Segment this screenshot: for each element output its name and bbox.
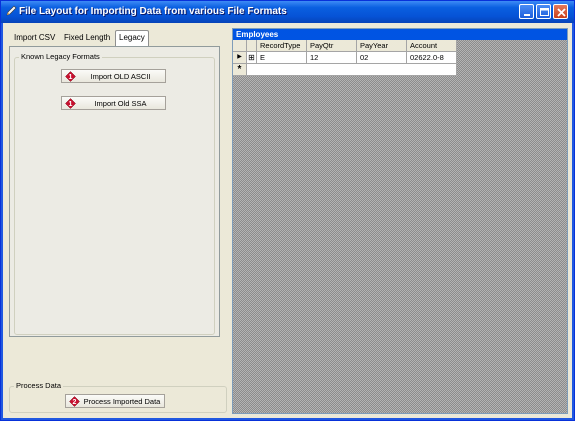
close-icon [557,8,566,17]
tab-fixed-length[interactable]: Fixed Length [61,31,113,46]
employees-datagrid[interactable]: Employees RecordType PayQtr PayYear Acco… [232,28,568,414]
current-row-indicator[interactable]: ▶ [233,52,247,64]
column-header-payyear[interactable]: PayYear [357,40,407,52]
tab-import-csv[interactable]: Import CSV [11,31,58,46]
table-cell[interactable]: 12 [307,52,357,64]
known-legacy-formats-label: Known Legacy Formats [19,52,102,61]
process-data-label: Process Data [14,381,64,390]
close-button[interactable] [553,4,568,19]
table-cell[interactable]: 02 [357,52,407,64]
row-header-corner [233,40,247,52]
maximize-icon [540,8,549,16]
table-cell[interactable]: 02622.0-8 [407,52,457,64]
expand-column-header [247,40,257,52]
column-header-account[interactable]: Account [407,40,457,52]
import-old-ssa-button[interactable]: 1 Import Old SSA [61,96,166,110]
minimize-icon [524,14,530,16]
table-cell[interactable]: E [257,52,307,64]
import-old-ascii-label: Import OLD ASCII [90,72,151,81]
column-header-payqtr[interactable]: PayQtr [307,40,357,52]
application-window: File Layout for Importing Data from vari… [0,0,575,421]
import-old-ascii-button[interactable]: 1 Import OLD ASCII [61,69,166,83]
window-title: File Layout for Importing Data from vari… [19,6,287,17]
legacy-tab-panel: Known Legacy Formats 1 Import OLD ASCII … [9,46,220,337]
pencil-app-icon [6,5,17,16]
import-old-ssa-label: Import Old SSA [94,99,147,108]
expand-row-icon[interactable]: ⊞ [247,52,257,64]
title-bar[interactable]: File Layout for Importing Data from vari… [1,1,574,23]
new-row-indicator[interactable]: * [233,64,247,76]
grid-caption: Employees [233,29,567,40]
maximize-button[interactable] [536,4,551,19]
tab-legacy[interactable]: Legacy [115,30,149,46]
process-imported-data-label: Process Imported Data [83,397,161,406]
new-row[interactable] [247,64,457,76]
column-header-recordtype[interactable]: RecordType [257,40,307,52]
process-imported-data-button[interactable]: 2 Process Imported Data [65,394,165,408]
minimize-button[interactable] [519,4,534,19]
